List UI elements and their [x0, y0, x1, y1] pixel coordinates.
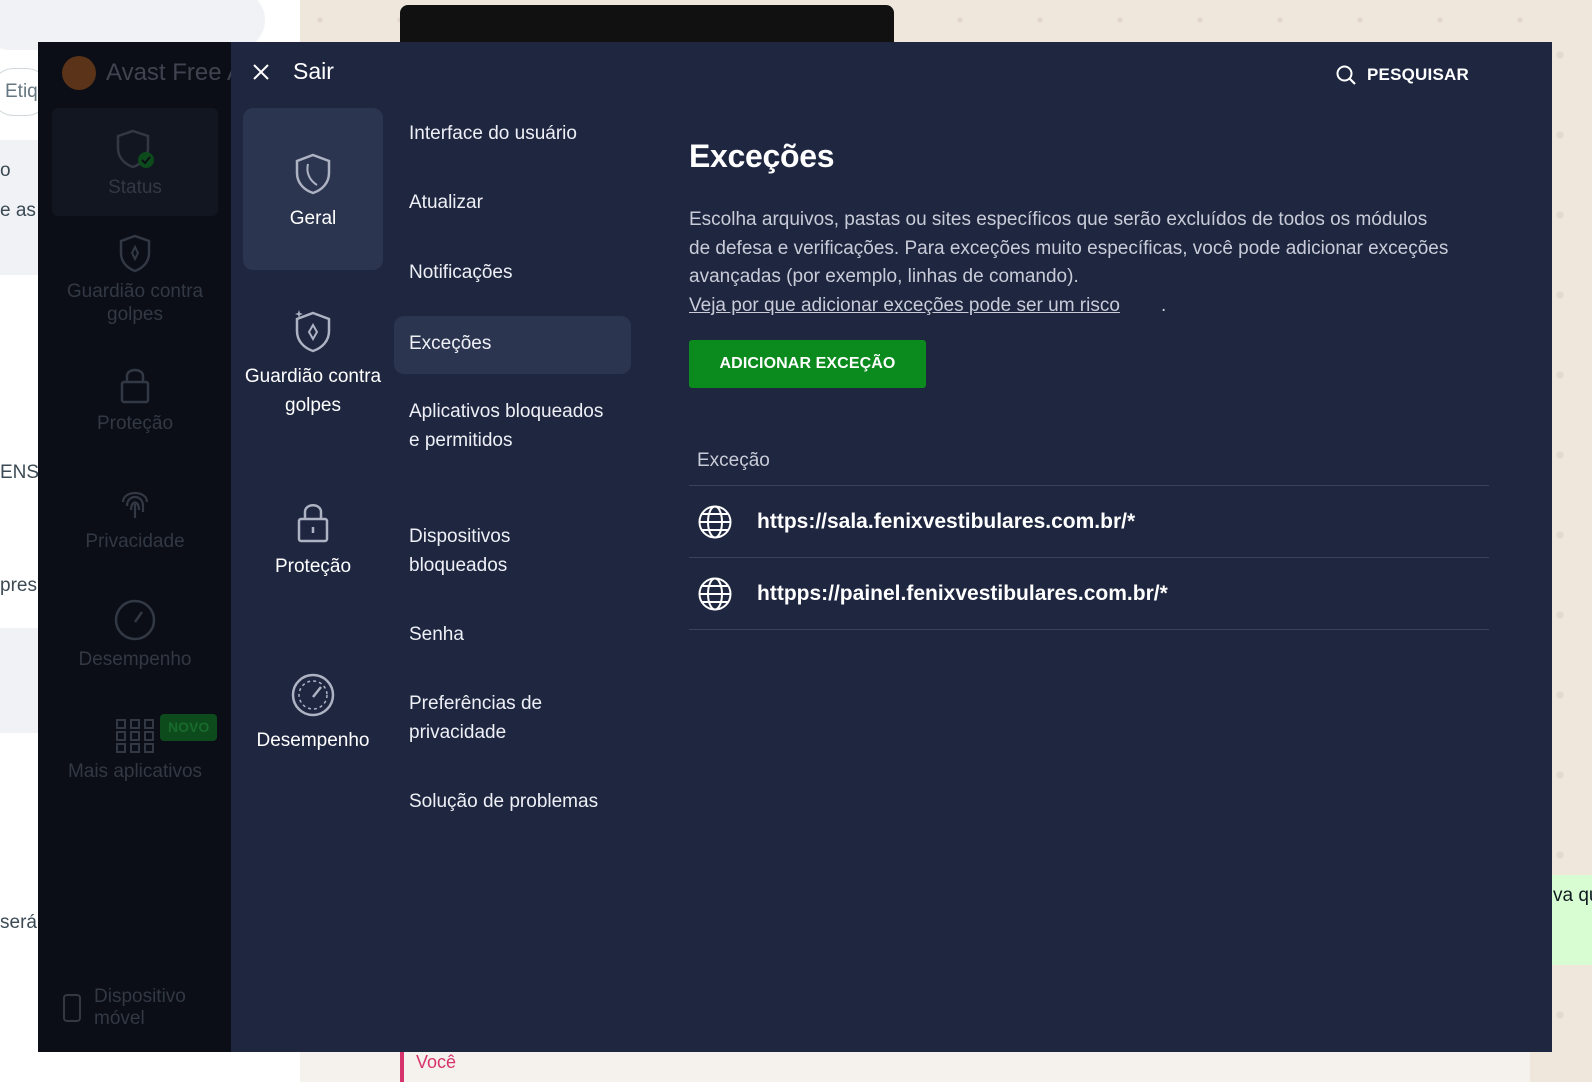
background-snippet: será — [0, 912, 37, 933]
shield-check-icon — [116, 129, 154, 169]
exceptions-table: Exceção https://sala.fenixvestibulares.c… — [689, 440, 1489, 630]
background-you-label: Você — [416, 1052, 457, 1072]
subsection-blocked-devices[interactable]: Dispositivos bloqueados — [394, 523, 594, 580]
subsection-user-interface[interactable]: Interface do usuário — [394, 120, 631, 149]
shield-icon — [295, 153, 331, 195]
shield-star-icon — [295, 310, 331, 353]
add-exception-button[interactable]: ADICIONAR EXCEÇÃO — [689, 340, 926, 388]
background-snippet: ENS — [0, 462, 40, 483]
sidebar-item-privacy[interactable]: Privacidade — [52, 482, 218, 553]
globe-icon — [698, 505, 732, 538]
category-scam-guardian[interactable]: Guardião contra golpes — [243, 308, 383, 420]
avast-logo-icon — [62, 56, 96, 90]
globe-icon — [698, 577, 732, 610]
search-label: PESQUISAR — [1367, 65, 1469, 84]
sidebar-item-mobile[interactable]: Dispositivo móvel — [62, 986, 204, 1030]
lock-icon — [120, 368, 150, 404]
category-label: Geral — [289, 208, 337, 229]
sidebar-item-more-apps[interactable]: NOVO Mais aplicativos — [52, 714, 218, 783]
sidebar-item-status[interactable]: Status — [52, 108, 218, 216]
app-title-text: Avast Free A — [106, 59, 243, 86]
mobile-label: Dispositivo móvel — [94, 986, 186, 1029]
background-snippet: pres — [0, 575, 37, 596]
table-row[interactable]: https://sala.fenixvestibulares.com.br/* — [689, 486, 1489, 558]
subsection-privacy-preferences[interactable]: Preferências de privacidade — [394, 690, 594, 747]
exception-url: https://sala.fenixvestibulares.com.br/* — [757, 509, 1136, 533]
new-badge: NOVO — [160, 714, 218, 741]
category-label: Guardião contra golpes — [244, 366, 382, 416]
sidebar-item-protection[interactable]: Proteção — [52, 364, 218, 435]
lock-icon — [297, 504, 329, 543]
exception-url: httpps://painel.fenixvestibulares.com.br… — [757, 581, 1168, 605]
background-reply-bar: Você — [300, 1052, 1530, 1082]
sidebar-item-label: Status — [108, 177, 162, 198]
avast-main-sidebar: Avast Free A Status Guardião contra golp… — [38, 42, 243, 1052]
background-snippet: e as — [0, 200, 36, 221]
background-reply-accent — [400, 1052, 404, 1082]
shield-star-icon — [119, 234, 151, 273]
subsection-blocked-allowed-apps[interactable]: Aplicativos bloqueados e permitidos — [394, 398, 604, 455]
avast-window: Avast Free A Status Guardião contra golp… — [38, 42, 1552, 1052]
subsection-password[interactable]: Senha — [394, 621, 631, 650]
close-icon[interactable] — [251, 62, 271, 82]
subsection-notifications[interactable]: Notificações — [394, 259, 631, 288]
phone-icon — [63, 994, 81, 1022]
page-description: Escolha arquivos, pastas ou sites especí… — [689, 209, 1449, 287]
search-icon — [1336, 65, 1356, 85]
table-row[interactable]: httpps://painel.fenixvestibulares.com.br… — [689, 558, 1489, 630]
subsection-troubleshooting[interactable]: Solução de problemas — [394, 788, 631, 817]
category-label: Proteção — [274, 556, 352, 577]
exit-label[interactable]: Sair — [293, 58, 334, 85]
settings-panel: Sair PESQUISAR Geral Guardião contra gol… — [231, 42, 1552, 1052]
sidebar-item-scam-guardian[interactable]: Guardião contra golpes — [52, 232, 218, 326]
category-general[interactable]: Geral — [243, 108, 383, 270]
speedometer-icon — [291, 673, 335, 717]
speedometer-icon — [114, 599, 156, 641]
sidebar-item-label: Mais aplicativos — [67, 761, 203, 782]
sidebar-item-label: Proteção — [96, 413, 174, 434]
fingerprint-icon — [121, 491, 149, 518]
risk-info-link[interactable]: Veja por que adicionar exceções pode ser… — [689, 292, 1120, 321]
grid-icon — [116, 719, 154, 753]
sidebar-item-performance[interactable]: Desempenho — [52, 598, 218, 671]
app-title: Avast Free A — [62, 56, 243, 90]
sidebar-item-label: Guardião contra golpes — [66, 281, 204, 325]
background-message-bubble: va qu — [1545, 875, 1592, 965]
category-label: Desempenho — [256, 730, 370, 751]
risk-link-suffix: . — [1161, 295, 1167, 316]
table-header: Exceção — [689, 440, 1489, 486]
background-snippet: o — [0, 160, 11, 181]
subsection-update[interactable]: Atualizar — [394, 189, 631, 218]
category-protection[interactable]: Proteção — [243, 500, 383, 581]
sidebar-item-label: Desempenho — [78, 649, 192, 670]
category-performance[interactable]: Desempenho — [243, 672, 383, 755]
search-button[interactable]: PESQUISAR — [1335, 64, 1469, 86]
subsection-exceptions[interactable]: Exceções — [394, 316, 631, 374]
sidebar-item-label: Privacidade — [85, 531, 185, 552]
page-title: Exceções — [689, 138, 835, 174]
